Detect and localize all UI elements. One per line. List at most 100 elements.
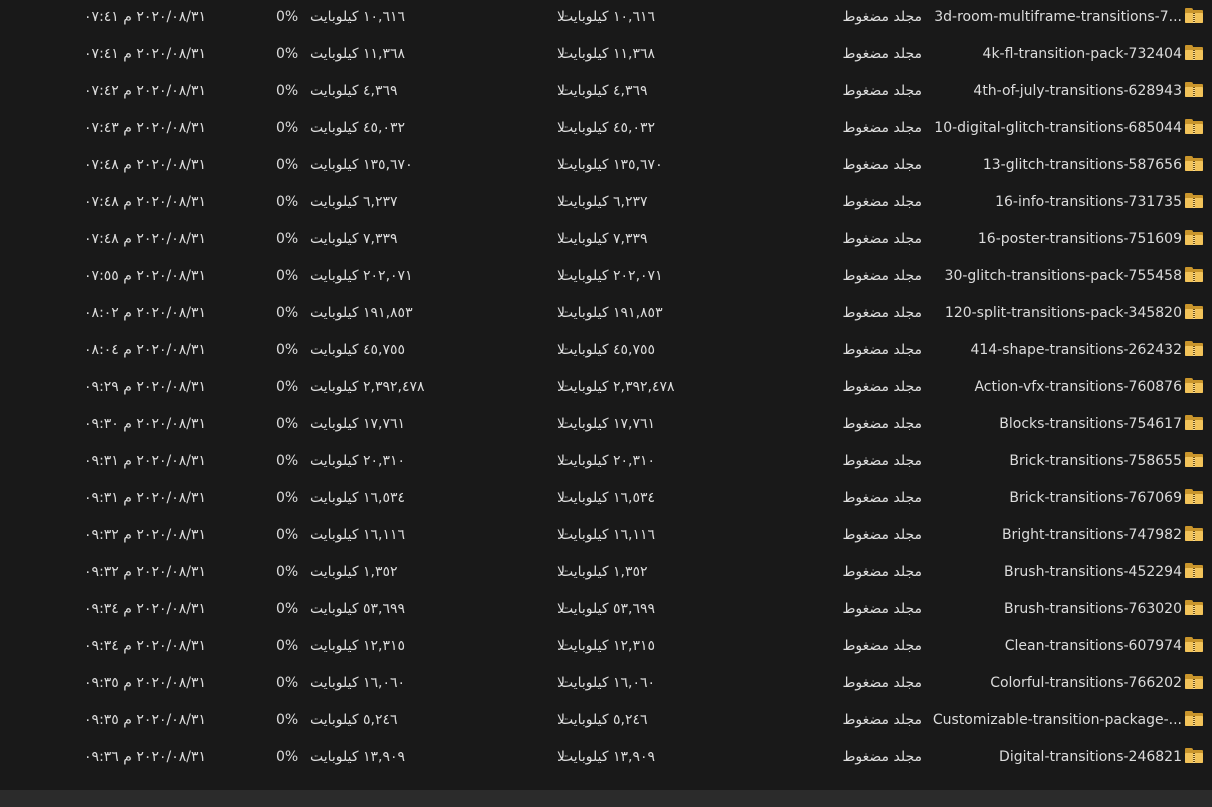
- date-modified: ٢٠٢٠/٠٨/٣١ م ٠٩:٢٩: [84, 379, 206, 395]
- file-size: ١٠,٦١٦ كيلوبايت: [310, 9, 406, 25]
- file-name: 414-shape-transitions-262432: [970, 342, 1182, 358]
- file-name: Customizable-transition-package-...: [932, 712, 1182, 728]
- table-row[interactable]: 120-split-transitions-pack-345820 مجلد مض…: [0, 296, 1212, 333]
- file-size: ٢,٣٩٢,٤٧٨ كيلوبايت: [310, 379, 425, 395]
- date-modified: ٢٠٢٠/٠٨/٣١ م ٠٨:٠٢: [84, 305, 206, 321]
- password-protected: لا: [557, 564, 565, 580]
- table-row[interactable]: 10-digital-glitch-transitions-685044 مجلد…: [0, 111, 1212, 148]
- date-modified: ٢٠٢٠/٠٨/٣١ م ٠٧:٤١: [84, 9, 206, 25]
- compressed-size: ١٢,٣١٥ كيلوبايت: [560, 638, 656, 654]
- table-row[interactable]: 30-glitch-transitions-pack-755458 مجلد مض…: [0, 259, 1212, 296]
- zip-folder-icon: [1184, 74, 1210, 111]
- table-row[interactable]: Colorful-transitions-766202 مجلد مضغوط ١٦,…: [0, 666, 1212, 703]
- zip-folder-icon: [1184, 703, 1210, 740]
- zip-folder-icon: [1184, 259, 1210, 296]
- table-row[interactable]: Brush-transitions-452294 مجلد مضغوط ١,٣٥٢ …: [0, 555, 1212, 592]
- file-name: Bright-transitions-747982: [1001, 527, 1182, 543]
- date-modified: ٢٠٢٠/٠٨/٣١ م ٠٧:٤٨: [84, 194, 206, 210]
- table-row[interactable]: Brick-transitions-758655 مجلد مضغوط ٢٠,٣١٠…: [0, 444, 1212, 481]
- compression-ratio: 0%: [276, 527, 299, 543]
- table-row[interactable]: 414-shape-transitions-262432 مجلد مضغوط ٤٥…: [0, 333, 1212, 370]
- zip-folder-icon: [1184, 0, 1210, 37]
- compression-ratio: 0%: [276, 749, 299, 765]
- password-protected: لا: [557, 379, 565, 395]
- zip-folder-icon: [1184, 481, 1210, 518]
- compression-ratio: 0%: [276, 342, 299, 358]
- table-row[interactable]: 13-glitch-transitions-587656 مجلد مضغوط ١٣…: [0, 148, 1212, 185]
- table-row[interactable]: Action-vfx-transitions-760876 مجلد مضغوط ٢…: [0, 370, 1212, 407]
- password-protected: لا: [557, 416, 565, 432]
- zip-folder-icon: [1184, 185, 1210, 222]
- table-row[interactable]: 4th-of-july-transitions-628943 مجلد مضغوط…: [0, 74, 1212, 111]
- zip-folder-icon: [1184, 37, 1210, 74]
- compression-ratio: 0%: [276, 268, 299, 284]
- file-size: ٥,٢٤٦ كيلوبايت: [310, 712, 398, 728]
- file-name: Blocks-transitions-754617: [999, 416, 1182, 432]
- table-row[interactable]: 4k-fl-transition-pack-732404 مجلد مضغوط ١١…: [0, 37, 1212, 74]
- password-protected: لا: [557, 342, 565, 358]
- date-modified: ٢٠٢٠/٠٨/٣١ م ٠٩:٣١: [84, 453, 206, 469]
- compression-ratio: 0%: [276, 638, 299, 654]
- table-row[interactable]: Brick-transitions-767069 مجلد مضغوط ١٦,٥٣٤…: [0, 481, 1212, 518]
- zip-folder-icon: [1184, 629, 1210, 666]
- zip-folder-icon: [1184, 333, 1210, 370]
- date-modified: ٢٠٢٠/٠٨/٣١ م ٠٩:٣٤: [84, 638, 206, 654]
- file-name: 13-glitch-transitions-587656: [982, 157, 1182, 173]
- file-size: ١٧,٧٦١ كيلوبايت: [310, 416, 406, 432]
- date-modified: ٢٠٢٠/٠٨/٣١ م ٠٧:٤٨: [84, 157, 206, 173]
- file-type: مجلد مضغوط: [842, 416, 922, 432]
- compressed-size: ١,٣٥٢ كيلوبايت: [560, 564, 648, 580]
- password-protected: لا: [557, 453, 565, 469]
- date-modified: ٢٠٢٠/٠٨/٣١ م ٠٨:٠٤: [84, 342, 206, 358]
- date-modified: ٢٠٢٠/٠٨/٣١ م ٠٩:٣٤: [84, 601, 206, 617]
- compressed-size: ٢,٣٩٢,٤٧٨ كيلوبايت: [560, 379, 675, 395]
- table-row[interactable]: 16-info-transitions-731735 مجلد مضغوط ٦,٢٣…: [0, 185, 1212, 222]
- zip-folder-icon: [1184, 740, 1210, 777]
- compressed-size: ١٦,١١٦ كيلوبايت: [560, 527, 656, 543]
- compressed-size: ١٠,٦١٦ كيلوبايت: [560, 9, 656, 25]
- compressed-size: ٤,٣٦٩ كيلوبايت: [560, 83, 648, 99]
- file-type: مجلد مضغوط: [842, 268, 922, 284]
- file-type: مجلد مضغوط: [842, 157, 922, 173]
- file-name: 4k-fl-transition-pack-732404: [982, 46, 1182, 62]
- compressed-size: ١٦,٥٣٤ كيلوبايت: [560, 490, 656, 506]
- compressed-size: ٤٥,٧٥٥ كيلوبايت: [560, 342, 656, 358]
- password-protected: لا: [557, 490, 565, 506]
- compression-ratio: 0%: [276, 379, 299, 395]
- file-type: مجلد مضغوط: [842, 231, 922, 247]
- file-type: مجلد مضغوط: [842, 46, 922, 62]
- compression-ratio: 0%: [276, 601, 299, 617]
- file-type: مجلد مضغوط: [842, 675, 922, 691]
- file-type: مجلد مضغوط: [842, 453, 922, 469]
- table-row[interactable]: Blocks-transitions-754617 مجلد مضغوط ١٧,٧٦…: [0, 407, 1212, 444]
- compressed-size: ١٩١,٨٥٣ كيلوبايت: [560, 305, 663, 321]
- password-protected: لا: [557, 638, 565, 654]
- table-row[interactable]: Clean-transitions-607974 مجلد مضغوط ١٢,٣١٥…: [0, 629, 1212, 666]
- password-protected: لا: [557, 9, 565, 25]
- zip-folder-icon: [1184, 111, 1210, 148]
- compression-ratio: 0%: [276, 231, 299, 247]
- compressed-size: ٥,٢٤٦ كيلوبايت: [560, 712, 648, 728]
- zip-folder-icon: [1184, 666, 1210, 703]
- password-protected: لا: [557, 120, 565, 136]
- file-size: ٤,٣٦٩ كيلوبايت: [310, 83, 398, 99]
- table-row[interactable]: 16-poster-transitions-751609 مجلد مضغوط ٧,…: [0, 222, 1212, 259]
- table-row[interactable]: Brush-transitions-763020 مجلد مضغوط ٥٣,٦٩٩…: [0, 592, 1212, 629]
- date-modified: ٢٠٢٠/٠٨/٣١ م ٠٧:٤٢: [84, 83, 206, 99]
- compression-ratio: 0%: [276, 120, 299, 136]
- table-row[interactable]: Customizable-transition-package-... مجلد …: [0, 703, 1212, 740]
- date-modified: ٢٠٢٠/٠٨/٣١ م ٠٩:٣٠: [84, 416, 206, 432]
- password-protected: لا: [557, 194, 565, 210]
- table-row[interactable]: Bright-transitions-747982 مجلد مضغوط ١٦,١١…: [0, 518, 1212, 555]
- file-size: ٤٥,٧٥٥ كيلوبايت: [310, 342, 406, 358]
- bottom-bar: [0, 790, 1212, 807]
- table-row[interactable]: Digital-transitions-246821 مجلد مضغوط ١٣,٩…: [0, 740, 1212, 777]
- table-row[interactable]: 3d-room-multiframe-transitions-7... مجلد …: [0, 0, 1212, 37]
- compressed-size: ١١,٣٦٨ كيلوبايت: [560, 46, 656, 62]
- file-name: 4th-of-july-transitions-628943: [973, 83, 1182, 99]
- file-type: مجلد مضغوط: [842, 305, 922, 321]
- password-protected: لا: [557, 268, 565, 284]
- date-modified: ٢٠٢٠/٠٨/٣١ م ٠٩:٣٦: [84, 749, 206, 765]
- date-modified: ٢٠٢٠/٠٨/٣١ م ٠٩:٣٥: [84, 712, 206, 728]
- file-name: Brush-transitions-452294: [1004, 564, 1182, 580]
